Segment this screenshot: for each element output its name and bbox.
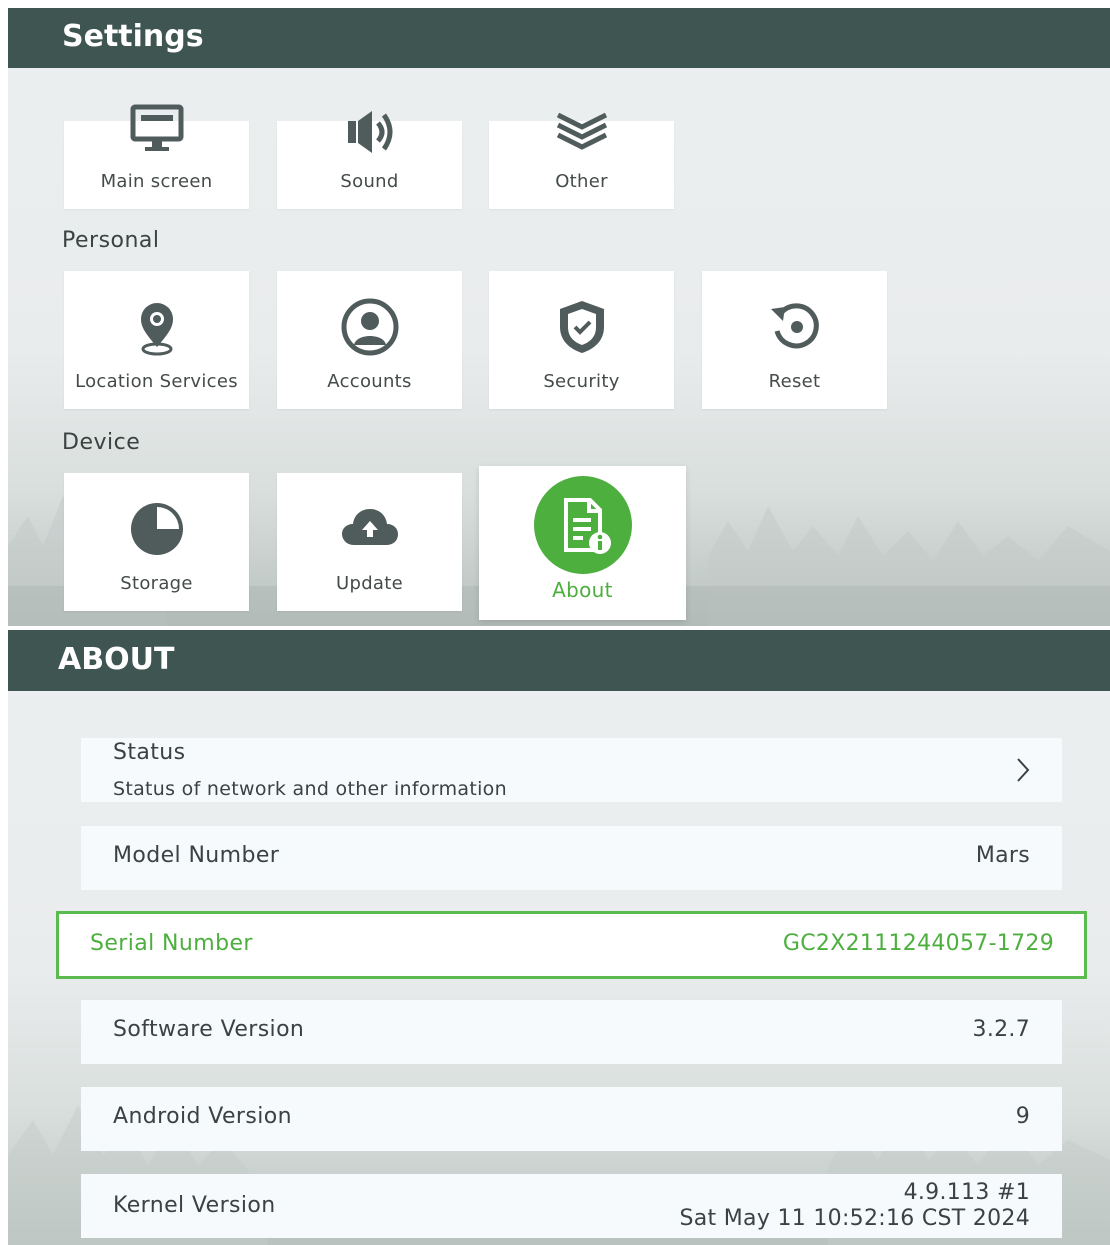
row-value: GC2X2111244057-1729 — [782, 931, 1054, 956]
pie-chart-icon — [125, 497, 189, 561]
status-subtitle: Status of network and other information — [113, 778, 507, 800]
user-circle-icon — [338, 295, 402, 359]
software-version-row[interactable]: Software Version 3.2.7 — [81, 1000, 1062, 1064]
tile-security[interactable]: Security — [489, 271, 674, 409]
tile-about[interactable]: About — [479, 466, 686, 620]
tile-sound[interactable]: Sound — [277, 111, 462, 209]
tile-label: About — [552, 578, 613, 602]
status-row[interactable]: Status Status of network and other infor… — [81, 738, 1062, 802]
section-title-personal: Personal — [62, 228, 160, 253]
page-title: ABOUT — [58, 642, 175, 677]
row-label: Model Number — [113, 843, 280, 868]
page-title: Settings — [62, 19, 204, 54]
speaker-icon — [338, 99, 402, 163]
monitor-icon — [125, 99, 189, 163]
settings-screen: Settings Main screen Sound Other Persona… — [8, 8, 1110, 626]
shield-check-icon — [550, 295, 614, 359]
row-value: 4.9.113 #1 Sat May 11 10:52:16 CST 2024 — [680, 1180, 1030, 1232]
tile-label: Sound — [340, 171, 399, 192]
about-screen: ABOUT Status Status of network and other… — [8, 630, 1110, 1245]
row-value: 3.2.7 — [972, 1017, 1030, 1042]
reset-icon — [763, 295, 827, 359]
serial-number-row[interactable]: Serial Number GC2X2111244057-1729 — [56, 911, 1087, 979]
layers-icon — [550, 99, 614, 163]
tile-label: Storage — [120, 573, 193, 594]
kernel-version-row[interactable]: Kernel Version 4.9.113 #1 Sat May 11 10:… — [81, 1174, 1062, 1238]
tile-reset[interactable]: Reset — [702, 271, 887, 409]
android-version-row[interactable]: Android Version 9 — [81, 1087, 1062, 1151]
row-value: Mars — [975, 843, 1030, 868]
tile-label: Update — [336, 573, 403, 594]
row-label: Android Version — [113, 1104, 292, 1129]
tile-main-screen[interactable]: Main screen — [64, 104, 249, 209]
tile-other[interactable]: Other — [489, 112, 674, 209]
tile-label: Other — [555, 171, 608, 192]
kernel-version-number: 4.9.113 #1 — [903, 1180, 1030, 1205]
tile-label: Security — [543, 371, 620, 392]
section-title-device: Device — [62, 430, 141, 455]
row-label: Kernel Version — [113, 1193, 276, 1218]
model-number-row[interactable]: Model Number Mars — [81, 826, 1062, 890]
kernel-build-date: Sat May 11 10:52:16 CST 2024 — [679, 1206, 1030, 1231]
status-label: Status — [113, 740, 186, 765]
cloud-upload-icon — [338, 497, 402, 561]
tile-label: Main screen — [100, 171, 213, 192]
tile-location-services[interactable]: Location Services — [64, 271, 249, 409]
tile-label: Accounts — [327, 371, 412, 392]
about-title-bar: ABOUT — [8, 630, 1110, 691]
chevron-right-icon — [1017, 758, 1030, 782]
tile-update[interactable]: Update — [277, 473, 462, 611]
settings-title-bar: Settings — [8, 8, 1110, 68]
row-label: Serial Number — [90, 931, 253, 956]
row-label: Software Version — [113, 1017, 305, 1042]
location-pin-icon — [125, 295, 189, 359]
document-info-icon — [533, 476, 632, 574]
tile-accounts[interactable]: Accounts — [277, 271, 462, 409]
row-value: 9 — [1015, 1104, 1030, 1129]
tile-label: Reset — [768, 371, 821, 392]
tile-label: Location Services — [75, 371, 238, 392]
tile-storage[interactable]: Storage — [64, 473, 249, 611]
